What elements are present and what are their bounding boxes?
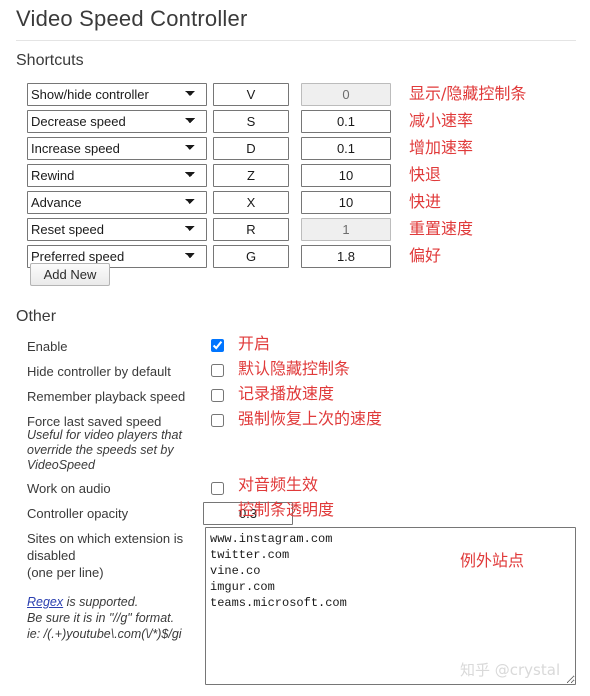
force-last-saved-speed-description: Useful for video players that override t…: [27, 428, 182, 472]
shortcut-action-select-0[interactable]: Show/hide controller: [27, 83, 207, 106]
shortcut-action-select-2[interactable]: Increase speed: [27, 137, 207, 160]
disabled-sites-label: Sites on which extension is disabled (on…: [27, 531, 184, 580]
table-row: Decrease speed 减小速率: [27, 110, 526, 133]
regex-example-text: ie: /(.+)youtube\.com(\/*)$/gi: [27, 627, 182, 641]
shortcut-key-input-4[interactable]: [213, 191, 289, 214]
shortcut-value-input-5[interactable]: [301, 218, 391, 241]
shortcut-key-input-3[interactable]: [213, 164, 289, 187]
page-title: Video Speed Controller: [16, 6, 248, 31]
shortcut-key-input-6[interactable]: [213, 245, 289, 268]
enable-label: Enable: [27, 339, 68, 354]
shortcut-annotation-6: 偏好: [409, 245, 442, 265]
disabled-sites-annotation: 例外站点: [460, 551, 525, 570]
table-row: Show/hide controller 显示/隐藏控制条: [27, 83, 526, 106]
shortcut-value-input-2[interactable]: [301, 137, 391, 160]
shortcut-key-input-5[interactable]: [213, 218, 289, 241]
table-row: Advance 快进: [27, 191, 526, 214]
force-last-saved-speed-label: Force last saved speed: [27, 414, 162, 429]
shortcut-action-select-5[interactable]: Reset speed: [27, 218, 207, 241]
shortcut-annotation-3: 快退: [409, 164, 442, 184]
table-row: Reset speed 重置速度: [27, 218, 526, 241]
shortcut-value-input-1[interactable]: [301, 110, 391, 133]
enable-checkbox[interactable]: [211, 339, 224, 352]
shortcut-annotation-4: 快进: [409, 191, 442, 211]
regex-format-text: Be sure it is in "//g" format.: [27, 611, 175, 625]
add-new-button[interactable]: Add New: [30, 263, 110, 286]
remember-playback-speed-checkbox[interactable]: [211, 389, 224, 402]
remember-playback-speed-label: Remember playback speed: [27, 389, 186, 404]
shortcut-action-select-3[interactable]: Rewind: [27, 164, 207, 187]
work-on-audio-label: Work on audio: [27, 481, 111, 496]
shortcut-value-input-0[interactable]: [301, 83, 391, 106]
regex-supported-text: is supported.: [63, 595, 139, 609]
shortcut-action-select-4[interactable]: Advance: [27, 191, 207, 214]
hide-controller-by-default-label: Hide controller by default: [27, 364, 171, 379]
shortcuts-table: Show/hide controller 显示/隐藏控制条 Decrease s…: [27, 79, 526, 272]
table-row: Increase speed 增加速率: [27, 137, 526, 160]
force-last-saved-speed-checkbox[interactable]: [211, 414, 224, 427]
controller-opacity-label: Controller opacity: [27, 506, 129, 521]
shortcut-value-input-4[interactable]: [301, 191, 391, 214]
shortcut-annotation-2: 增加速率: [409, 137, 474, 157]
shortcut-value-input-3[interactable]: [301, 164, 391, 187]
shortcut-key-input-2[interactable]: [213, 137, 289, 160]
regex-help-text: Regex is supported. Be sure it is in "//…: [27, 594, 209, 642]
regex-link[interactable]: Regex: [27, 595, 63, 609]
shortcut-action-select-1[interactable]: Decrease speed: [27, 110, 207, 133]
header-divider: [16, 40, 576, 41]
shortcut-annotation-5: 重置速度: [409, 218, 474, 238]
other-section-heading: Other: [16, 308, 57, 325]
shortcut-key-input-0[interactable]: [213, 83, 289, 106]
force-last-saved-speed-annotation: 强制恢复上次的速度: [238, 409, 383, 428]
hide-controller-by-default-checkbox[interactable]: [211, 364, 224, 377]
remember-playback-speed-annotation: 记录播放速度: [238, 384, 335, 403]
table-row: Rewind 快退: [27, 164, 526, 187]
shortcut-annotation-1: 减小速率: [409, 110, 474, 130]
work-on-audio-checkbox[interactable]: [211, 482, 224, 495]
shortcut-value-input-6[interactable]: [301, 245, 391, 268]
hide-controller-by-default-annotation: 默认隐藏控制条: [238, 359, 351, 378]
work-on-audio-annotation: 对音频生效: [238, 475, 319, 494]
shortcuts-table-body: Show/hide controller 显示/隐藏控制条 Decrease s…: [27, 83, 526, 268]
enable-annotation: 开启: [238, 334, 271, 353]
controller-opacity-annotation: 控制条透明度: [238, 500, 335, 519]
shortcut-key-input-1[interactable]: [213, 110, 289, 133]
shortcuts-section-heading: Shortcuts: [16, 52, 84, 69]
shortcut-annotation-0: 显示/隐藏控制条: [409, 83, 527, 103]
